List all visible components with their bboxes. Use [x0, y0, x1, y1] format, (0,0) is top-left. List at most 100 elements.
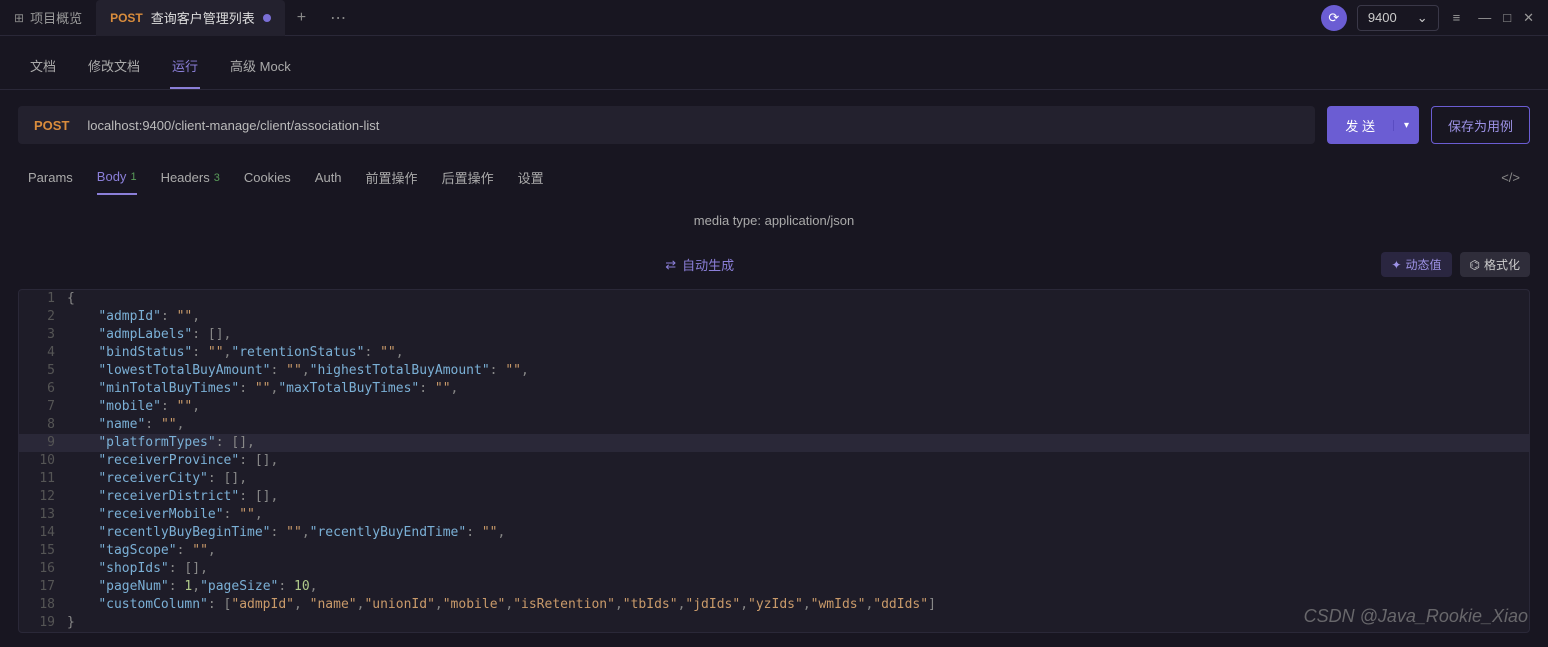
format-icon: ⌬	[1470, 258, 1480, 272]
json-editor[interactable]: 1{2 "admpId": "",3 "admpLabels": [],4 "b…	[18, 289, 1530, 633]
req-tab-params[interactable]: Params	[28, 160, 73, 195]
line-content: "receiverDistrict": [],	[67, 488, 278, 506]
method-label: POST	[34, 118, 69, 133]
line-number: 9	[19, 434, 67, 452]
media-type-label: media type: application/json	[0, 195, 1548, 246]
editor-line[interactable]: 11 "receiverCity": [],	[19, 470, 1529, 488]
line-content: "shopIds": [],	[67, 560, 208, 578]
environment-select[interactable]: 9400 ⌄	[1357, 5, 1439, 31]
req-tab-body-label: Body	[97, 169, 127, 184]
line-number: 1	[19, 290, 67, 308]
editor-line[interactable]: 9 "platformTypes": [],	[19, 434, 1529, 452]
editor-line[interactable]: 5 "lowestTotalBuyAmount": "","highestTot…	[19, 362, 1529, 380]
editor-line[interactable]: 18 "customColumn": ["admpId", "name","un…	[19, 596, 1529, 614]
editor-line[interactable]: 15 "tagScope": "",	[19, 542, 1529, 560]
line-content: "admpId": "",	[67, 308, 200, 326]
doc-subtabs: 文档 修改文档 运行 高级 Mock	[0, 36, 1548, 90]
save-as-case-button[interactable]: 保存为用例	[1431, 106, 1530, 144]
editor-line[interactable]: 6 "minTotalBuyTimes": "","maxTotalBuyTim…	[19, 380, 1529, 398]
subtab-run[interactable]: 运行	[170, 48, 200, 89]
dynamic-value-button[interactable]: ✦ 动态值	[1381, 252, 1451, 277]
url-row: POST localhost:9400/client-manage/client…	[18, 106, 1530, 144]
line-number: 4	[19, 344, 67, 362]
body-badge: 1	[130, 171, 136, 183]
editor-line[interactable]: 8 "name": "",	[19, 416, 1529, 434]
line-number: 6	[19, 380, 67, 398]
unsaved-dot-icon	[263, 14, 271, 22]
top-bar: ⊞ 项目概览 POST 查询客户管理列表 + ⋯ ⟳ 9400 ⌄ ≡ — □ …	[0, 0, 1548, 36]
editor-line[interactable]: 13 "receiverMobile": "",	[19, 506, 1529, 524]
line-number: 15	[19, 542, 67, 560]
refresh-icon: ⟳	[1328, 10, 1339, 26]
line-number: 13	[19, 506, 67, 524]
req-tab-pre[interactable]: 前置操作	[366, 160, 418, 195]
req-tab-auth[interactable]: Auth	[315, 160, 342, 195]
editor-line[interactable]: 19}	[19, 614, 1529, 632]
line-number: 10	[19, 452, 67, 470]
wand-icon: ✦	[1391, 258, 1401, 272]
line-content: {	[67, 290, 75, 308]
format-label: 格式化	[1484, 256, 1520, 273]
editor-line[interactable]: 7 "mobile": "",	[19, 398, 1529, 416]
overview-label: 项目概览	[30, 8, 82, 27]
active-tab[interactable]: POST 查询客户管理列表	[96, 0, 285, 36]
req-tab-body[interactable]: Body 1	[97, 160, 137, 195]
auto-gen-label: 自动生成	[682, 255, 734, 274]
url-bar[interactable]: POST localhost:9400/client-manage/client…	[18, 106, 1315, 144]
menu-button[interactable]: ≡	[1449, 6, 1465, 29]
editor-line[interactable]: 1{	[19, 290, 1529, 308]
editor-line[interactable]: 3 "admpLabels": [],	[19, 326, 1529, 344]
format-button[interactable]: ⌬ 格式化	[1460, 252, 1531, 277]
req-tab-post[interactable]: 后置操作	[442, 160, 494, 195]
subtab-edit-doc[interactable]: 修改文档	[86, 48, 142, 89]
line-content: "name": "",	[67, 416, 184, 434]
line-content: "platformTypes": [],	[67, 434, 255, 452]
line-number: 12	[19, 488, 67, 506]
editor-line[interactable]: 2 "admpId": "",	[19, 308, 1529, 326]
line-content: "tagScope": "",	[67, 542, 216, 560]
auto-generate-button[interactable]: ⇄ 自动生成	[18, 255, 1381, 274]
dyn-val-label: 动态值	[1405, 256, 1441, 273]
line-content: "bindStatus": "","retentionStatus": "",	[67, 344, 404, 362]
env-value: 9400	[1368, 10, 1397, 25]
line-number: 8	[19, 416, 67, 434]
req-tab-headers[interactable]: Headers 3	[161, 160, 220, 195]
editor-line[interactable]: 4 "bindStatus": "","retentionStatus": ""…	[19, 344, 1529, 362]
window-minimize-button[interactable]: —	[1474, 8, 1495, 28]
line-number: 14	[19, 524, 67, 542]
editor-line[interactable]: 12 "receiverDistrict": [],	[19, 488, 1529, 506]
req-tab-cookies[interactable]: Cookies	[244, 160, 291, 195]
line-content: "minTotalBuyTimes": "","maxTotalBuyTimes…	[67, 380, 458, 398]
tab-more-button[interactable]: ⋯	[318, 8, 358, 28]
editor-line[interactable]: 17 "pageNum": 1,"pageSize": 10,	[19, 578, 1529, 596]
line-number: 2	[19, 308, 67, 326]
send-button[interactable]: 发 送 ▾	[1327, 106, 1419, 144]
line-content: "pageNum": 1,"pageSize": 10,	[67, 578, 318, 596]
project-overview-button[interactable]: ⊞ 项目概览	[0, 0, 96, 36]
line-number: 18	[19, 596, 67, 614]
code-view-button[interactable]: </>	[1501, 170, 1520, 185]
line-content: "lowestTotalBuyAmount": "","highestTotal…	[67, 362, 529, 380]
line-content: "mobile": "",	[67, 398, 200, 416]
line-content: "recentlyBuyBeginTime": "","recentlyBuyE…	[67, 524, 505, 542]
watermark: CSDN @Java_Rookie_Xiao	[1304, 606, 1528, 627]
request-tabs-row: Params Body 1 Headers 3 Cookies Auth 前置操…	[0, 160, 1548, 195]
editor-line[interactable]: 14 "recentlyBuyBeginTime": "","recentlyB…	[19, 524, 1529, 542]
add-tab-button[interactable]: +	[285, 9, 318, 27]
refresh-button[interactable]: ⟳	[1321, 5, 1347, 31]
tab-title: 查询客户管理列表	[151, 8, 255, 27]
window-maximize-button[interactable]: □	[1499, 8, 1515, 28]
subtab-mock[interactable]: 高级 Mock	[228, 48, 293, 89]
editor-line[interactable]: 10 "receiverProvince": [],	[19, 452, 1529, 470]
chevron-down-icon: ⌄	[1417, 10, 1428, 26]
send-button-label: 发 送	[1327, 116, 1393, 135]
editor-line[interactable]: 16 "shopIds": [],	[19, 560, 1529, 578]
req-tab-settings[interactable]: 设置	[518, 160, 544, 195]
line-number: 17	[19, 578, 67, 596]
url-input[interactable]: localhost:9400/client-manage/client/asso…	[87, 118, 1299, 133]
line-content: "receiverProvince": [],	[67, 452, 278, 470]
send-dropdown-button[interactable]: ▾	[1393, 120, 1419, 131]
subtab-doc[interactable]: 文档	[28, 48, 58, 89]
line-number: 19	[19, 614, 67, 632]
window-close-button[interactable]: ✕	[1519, 8, 1538, 28]
